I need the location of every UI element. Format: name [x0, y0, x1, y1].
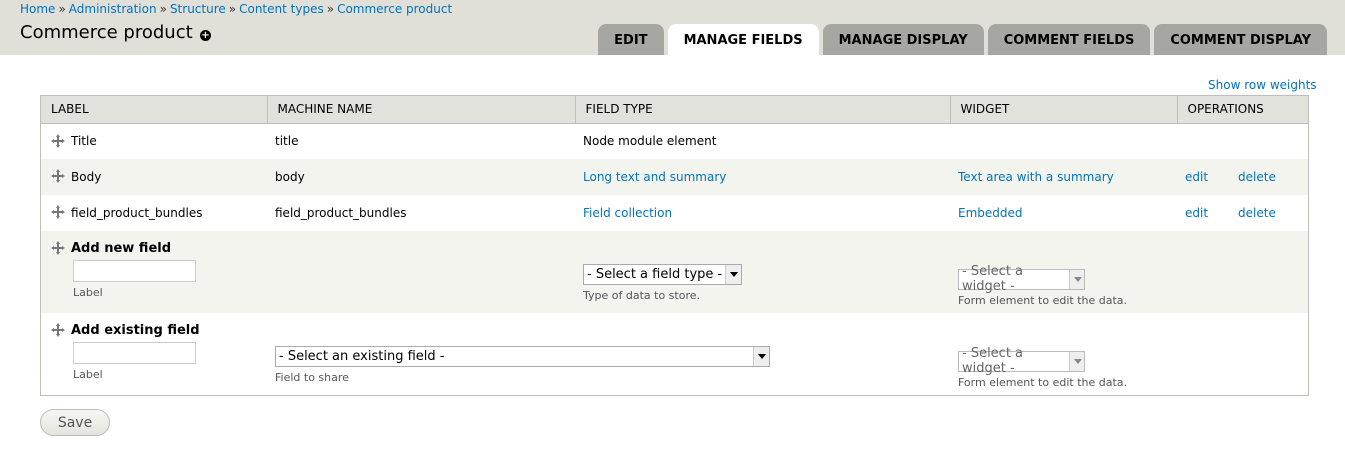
- column-header-label: Label: [41, 96, 268, 124]
- widget: [950, 123, 1177, 159]
- tab-manage-fields[interactable]: Manage fields: [667, 24, 819, 55]
- tab-bar: Edit Manage fields Manage display Commen…: [598, 24, 1327, 55]
- add-shortcut-icon[interactable]: +: [200, 30, 211, 41]
- field-type-description: Type of data to store.: [583, 289, 700, 302]
- existing-field-widget-select[interactable]: - Select a widget -: [958, 346, 1085, 376]
- tab-manage-display[interactable]: Manage display: [822, 24, 984, 55]
- drag-handle-icon[interactable]: [51, 133, 65, 148]
- chevron-down-icon: [1069, 351, 1084, 371]
- breadcrumb-structure[interactable]: Structure: [170, 2, 226, 16]
- breadcrumb-commerce-product[interactable]: Commerce product: [337, 2, 452, 16]
- field-label: Body: [71, 169, 102, 184]
- table-row: Body body Long text and summary Text are…: [41, 159, 1308, 195]
- machine-name: body: [275, 170, 305, 184]
- machine-name: field_product_bundles: [275, 206, 407, 220]
- field-label: Title: [71, 134, 97, 148]
- existing-field-label-input[interactable]: [73, 342, 196, 364]
- chevron-down-icon: [753, 347, 769, 366]
- breadcrumb-administration[interactable]: Administration: [69, 2, 157, 16]
- field-type-select[interactable]: - Select a field type -: [583, 264, 742, 285]
- breadcrumb-separator: »: [228, 2, 237, 16]
- drag-handle-icon[interactable]: [51, 205, 65, 220]
- edit-link[interactable]: edit: [1185, 170, 1208, 184]
- field-type: Node module element: [583, 134, 717, 149]
- breadcrumb-content-types[interactable]: Content types: [239, 2, 324, 16]
- widget-description: Form element to edit the data.: [958, 375, 1128, 389]
- breadcrumb-separator: »: [58, 2, 66, 16]
- widget-link[interactable]: Embedded: [958, 206, 1023, 220]
- table-row: field_product_bundles field_product_bund…: [41, 195, 1308, 231]
- column-header-machine-name: Machine name: [267, 96, 576, 124]
- widget-select-value: - Select a widget -: [962, 346, 1024, 376]
- column-header-widget: Widget: [950, 96, 1178, 124]
- existing-field-select[interactable]: - Select an existing field -: [275, 346, 770, 367]
- tab-comment-display[interactable]: Comment display: [1154, 24, 1327, 55]
- tab-edit[interactable]: Edit: [598, 24, 664, 55]
- breadcrumb: Home» Administration» Structure» Content ty…: [20, 2, 452, 16]
- column-header-field-type: Field type: [575, 96, 951, 124]
- add-existing-field-title: Add existing field: [71, 323, 200, 338]
- chevron-down-icon: [725, 265, 741, 284]
- widget-select-value: - Select a widget -: [962, 264, 1024, 294]
- breadcrumb-separator: »: [159, 2, 167, 16]
- fields-table: Label Machine name Field type Widget Ope…: [40, 95, 1309, 396]
- new-field-label-input[interactable]: [73, 260, 196, 282]
- show-row-weights-link[interactable]: Show row weights: [1208, 78, 1317, 92]
- column-header-operations: Operations: [1177, 96, 1308, 124]
- widget-link[interactable]: Text area with a summary: [958, 170, 1114, 184]
- field-type-link[interactable]: Long text and summary: [583, 170, 726, 184]
- delete-link[interactable]: delete: [1238, 206, 1276, 220]
- field-type-link[interactable]: Field collection: [583, 206, 672, 220]
- widget-description: Form element to edit the data.: [958, 293, 1128, 307]
- drag-handle-icon[interactable]: [51, 240, 65, 255]
- page-title: Commerce product: [20, 22, 193, 43]
- existing-field-label-description: Label: [73, 368, 103, 381]
- field-type-select-value: - Select a field type -: [587, 267, 723, 282]
- add-new-field-title: Add new field: [71, 241, 172, 256]
- page-header: Home» Administration» Structure» Content ty…: [0, 0, 1345, 55]
- add-new-field-row: Add new field Label - Select a field typ…: [41, 231, 1308, 313]
- existing-field-select-value: - Select an existing field -: [279, 349, 445, 364]
- operations: [1177, 123, 1308, 159]
- new-field-label-description: Label: [73, 286, 103, 299]
- tab-comment-fields[interactable]: Comment fields: [987, 24, 1151, 55]
- breadcrumb-home[interactable]: Home: [20, 2, 55, 16]
- delete-link[interactable]: delete: [1238, 170, 1276, 184]
- save-button[interactable]: Save: [40, 409, 110, 436]
- drag-handle-icon[interactable]: [51, 169, 65, 184]
- edit-link[interactable]: edit: [1185, 206, 1208, 220]
- drag-handle-icon[interactable]: [51, 322, 65, 337]
- field-label: field_product_bundles: [71, 205, 203, 220]
- add-existing-field-row: Add existing field Label - Select an exi…: [41, 313, 1308, 395]
- machine-name: title: [275, 134, 299, 149]
- breadcrumb-separator: »: [326, 2, 335, 16]
- chevron-down-icon: [1069, 269, 1084, 289]
- new-field-widget-select[interactable]: - Select a widget -: [958, 264, 1085, 294]
- table-row: Title title Node module element: [41, 123, 1308, 159]
- existing-field-description: Field to share: [275, 371, 349, 384]
